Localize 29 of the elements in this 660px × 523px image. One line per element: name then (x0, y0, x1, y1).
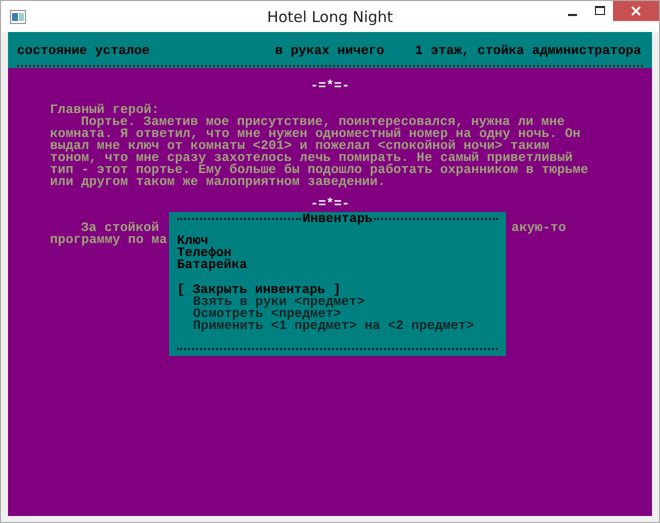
inventory-item[interactable]: Батарейка (177, 259, 498, 271)
separator-mark: -=*=- (309, 80, 350, 92)
dialog-title: Инвентарь (301, 212, 374, 224)
story-text: тоном, что мне сразу захотелось лечь помирать. Не самый приветливый (50, 152, 574, 164)
menu-option[interactable]: Применить <1 предмет> на <2 предмет> (177, 320, 498, 332)
story-text: За стойкой (81, 222, 160, 234)
story-text: тип - этот портье. Ему больше бы подошло работать охранником в тюрьме (50, 164, 590, 176)
story-text: комната. Я ответил, что мне нужен одноместный номер на одну ночь. Он (50, 128, 582, 140)
separator-mark: -=*=- (309, 198, 350, 210)
close-icon (631, 6, 641, 16)
app-icon (10, 10, 26, 24)
speaker-label: Главный герой: (50, 104, 160, 116)
story-text: Портье. Заметив мое присутствие, поинтересовался, нужна ли мне (80, 116, 565, 128)
story-text: выдал мне ключ от комнаты <201> и пожелал <спокойной ночи> таким (50, 140, 550, 152)
story-text: или другом таком же малоприятном заведении. (50, 176, 386, 188)
menu-option[interactable]: Осмотреть <предмет> (177, 308, 498, 320)
menu-option[interactable]: Взять в руки <предмет> (177, 296, 498, 308)
menu-option[interactable]: [ Закрыть инвентарь ] (177, 284, 498, 296)
status-location: 1 этаж, стойка администратора (415, 45, 642, 57)
maximize-icon (594, 6, 604, 16)
story-text: акую-то (511, 222, 566, 234)
inventory-item[interactable]: Телефон (177, 247, 498, 259)
story-text: программу по ма (50, 234, 168, 246)
minimize-icon (568, 14, 577, 16)
close-button[interactable] (613, 1, 659, 21)
status-state: состояние усталое (17, 45, 151, 57)
inventory-item[interactable]: Ключ (177, 235, 498, 247)
window-title: Hotel Long Night (266, 8, 394, 26)
status-hands: в руках ничего (275, 45, 386, 57)
